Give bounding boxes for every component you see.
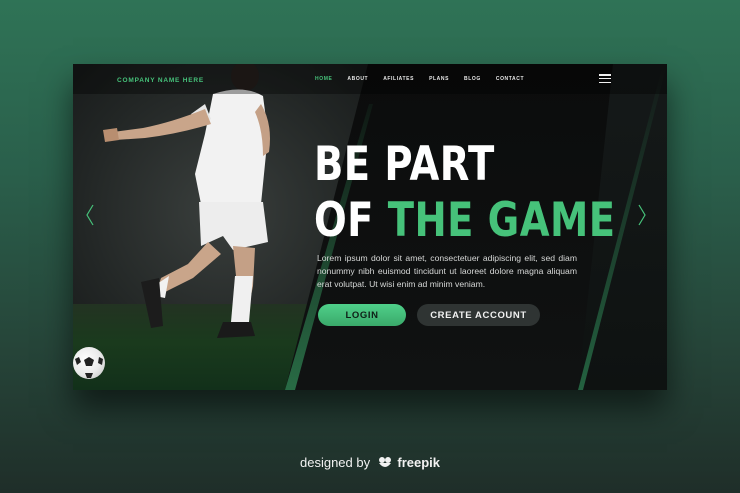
headline-line-2: OF THE GAME — [314, 193, 615, 249]
hero-description: Lorem ipsum dolor sit amet, consectetuer… — [317, 253, 577, 289]
headline-line-1: BE PART — [314, 137, 495, 192]
soccer-ball-image — [73, 347, 105, 379]
create-account-button[interactable]: CREATE ACCOUNT — [417, 304, 540, 326]
login-button[interactable]: LOGIN — [318, 304, 406, 326]
nav-item-home[interactable]: HOME — [315, 76, 332, 82]
nav-menu: HOME ABOUT AFILIATES PLANS BLOG CONTACT — [315, 76, 539, 82]
credit-prefix: designed by — [299, 455, 371, 470]
top-navbar: COMPANY NAME HERE HOME ABOUT AFILIATES P… — [73, 64, 667, 94]
headline-white-part: OF — [314, 193, 388, 248]
landing-page-card: COMPANY NAME HERE HOME ABOUT AFILIATES P… — [73, 64, 667, 390]
nav-item-blog[interactable]: BLOG — [464, 76, 481, 82]
designer-credit: designed by freepik — [0, 455, 740, 470]
nav-item-contact[interactable]: CONTACT — [496, 76, 524, 82]
company-name: COMPANY NAME HERE — [117, 77, 205, 84]
hamburger-menu-icon[interactable] — [599, 74, 611, 84]
nav-item-plans[interactable]: PLANS — [429, 76, 449, 82]
nav-item-afiliates[interactable]: AFILIATES — [383, 76, 414, 82]
chevron-right-icon[interactable] — [637, 204, 647, 226]
headline-green-part: THE GAME — [387, 193, 616, 248]
nav-item-about[interactable]: ABOUT — [347, 76, 368, 82]
hero-headline: BE PART OF THE GAME — [314, 137, 615, 249]
chevron-left-icon[interactable] — [85, 204, 95, 226]
credit-brand[interactable]: freepik — [397, 455, 440, 470]
freepik-logo-icon — [378, 457, 391, 467]
